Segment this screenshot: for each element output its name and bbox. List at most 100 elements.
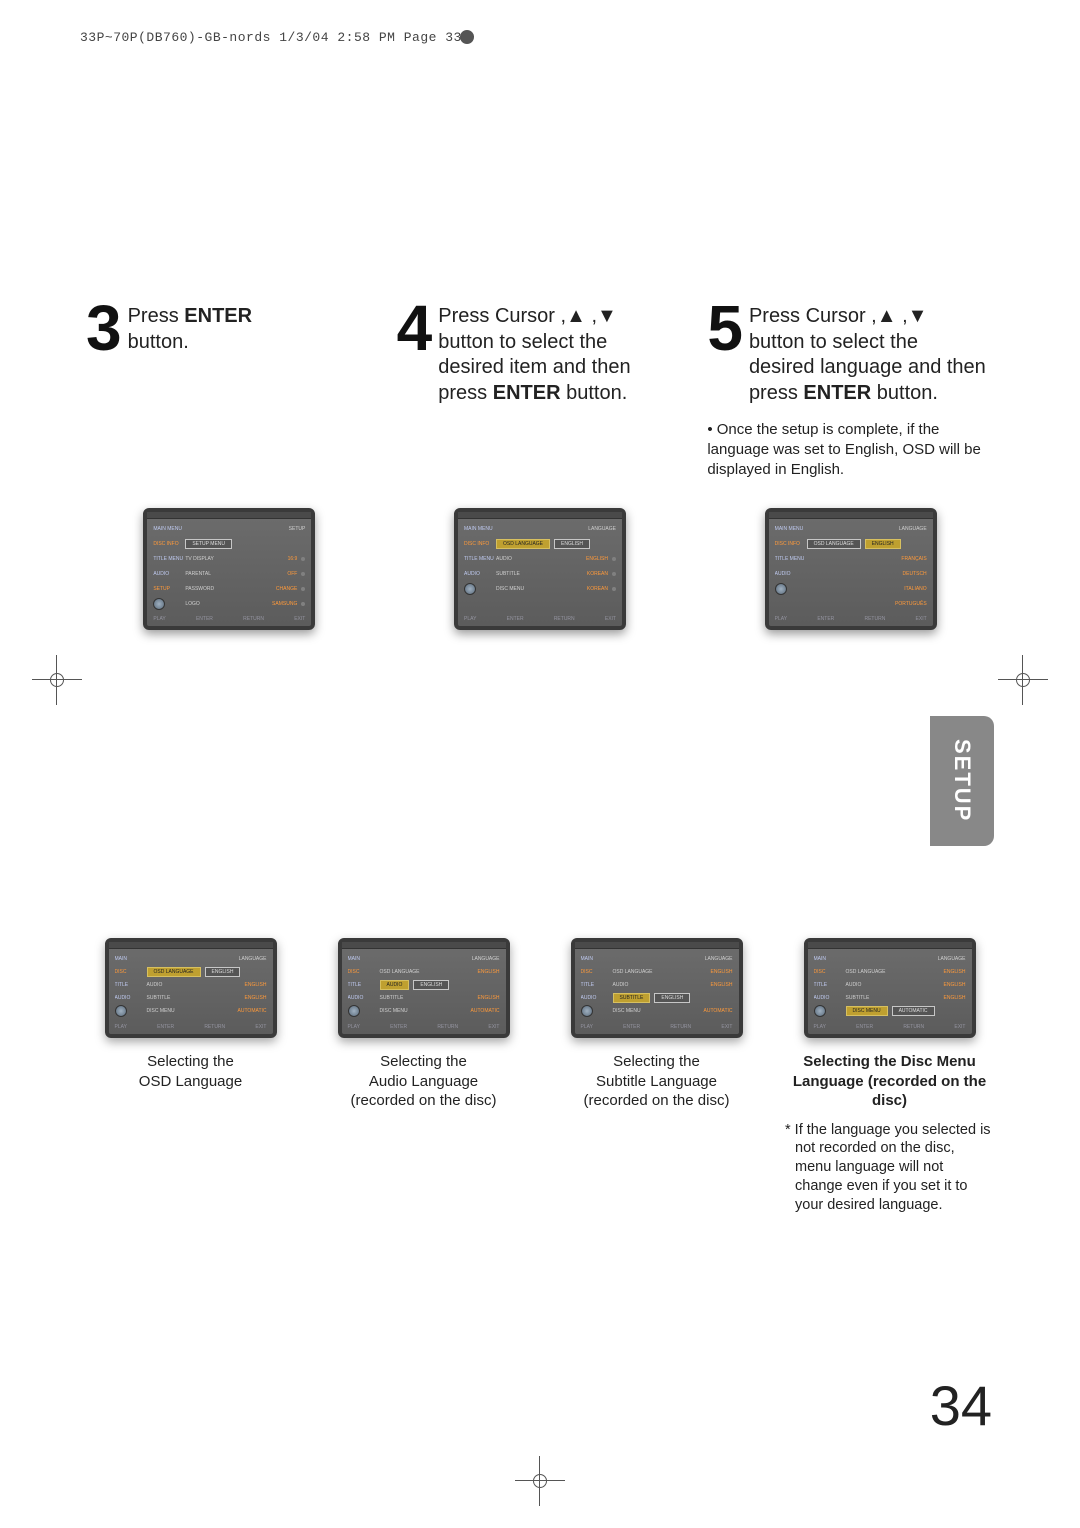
highlighted-item: OSD LANGUAGE — [147, 967, 201, 977]
sidebar-item: MAIN — [115, 956, 147, 962]
bottom-hints: PLAYENTERRETURNEXIT — [581, 1024, 733, 1030]
item-value: ENGLISH — [478, 969, 500, 975]
caption: Selecting the Disc Menu Language (record… — [785, 1052, 994, 1111]
text: button to select the — [749, 331, 918, 353]
lang-option: FRANÇAIS — [901, 556, 926, 562]
item-label: DISC MENU — [613, 1008, 641, 1014]
step-text: Press ENTER button. — [128, 300, 252, 406]
title-label: LANGUAGE — [239, 956, 267, 962]
item-value: 16:9 — [288, 556, 298, 562]
sidebar-item: TITLE — [814, 982, 846, 988]
item-box: OSD LANGUAGE — [807, 539, 861, 549]
text: press — [749, 382, 803, 404]
triangle-up-icon: ▲ — [566, 304, 586, 330]
bottom-hints: PLAY ENTER RETURN EXIT — [464, 616, 616, 622]
sidebar-item: AUDIO — [348, 995, 380, 1001]
screenshots-row-bottom: MAINLANGUAGE DISCOSD LANGUAGEENGLISH TIT… — [86, 938, 994, 1215]
print-header: 33P~70P(DB760)-GB-nords 1/3/04 2:58 PM P… — [80, 30, 462, 45]
item-value: ENGLISH — [586, 556, 608, 562]
registration-mark-top — [460, 30, 474, 44]
sidebar-item: AUDIO — [115, 995, 147, 1001]
footnote: * If the language you selected is not re… — [785, 1121, 994, 1215]
sidebar-item: TITLE — [581, 982, 613, 988]
screenshots-row-top: MAIN MENUSETUP DISC INFOSETUP MENU TITLE… — [86, 508, 994, 630]
item-label: TV DISPLAY — [185, 556, 214, 562]
sidebar-item: AUDIO — [814, 995, 846, 1001]
screenshot-step-3: MAIN MENUSETUP DISC INFOSETUP MENU TITLE… — [143, 508, 315, 630]
text: press — [438, 382, 492, 404]
sidebar-item: MAIN MENU — [775, 526, 807, 532]
enter-word: ENTER — [493, 382, 561, 404]
content-area: 3 Press ENTER button. 4 Press Cursor ,▲ … — [86, 300, 994, 630]
grid-col-disc-menu: MAINLANGUAGE DISCOSD LANGUAGEENGLISH TIT… — [785, 938, 994, 1215]
setup-tab-label: SETUP — [949, 739, 975, 822]
item-value-box: ENGLISH — [654, 993, 690, 1003]
highlighted-item: OSD LANGUAGE — [496, 539, 550, 549]
registration-mark-left — [32, 655, 82, 705]
triangle-down-icon: ▼ — [908, 304, 928, 330]
item-label: OSD LANGUAGE — [613, 969, 653, 975]
item-label: OSD LANGUAGE — [846, 969, 886, 975]
text: button. — [561, 382, 628, 404]
sidebar-item: DISC — [115, 969, 147, 975]
enter-word: ENTER — [184, 305, 252, 327]
enter-word: ENTER — [803, 382, 871, 404]
sidebar-item: AUDIO — [464, 571, 496, 577]
sidebar-item: TITLE MENU — [153, 556, 185, 562]
steps-row: 3 Press ENTER button. 4 Press Cursor ,▲ … — [86, 300, 994, 406]
item-value: ENGLISH — [944, 969, 966, 975]
item-value-box: ENGLISH — [205, 967, 241, 977]
item-value: ENGLISH — [944, 995, 966, 1001]
sidebar-item: DISC INFO — [775, 541, 807, 547]
text: desired language and then — [749, 356, 986, 378]
screenshot-disc-menu-language: MAINLANGUAGE DISCOSD LANGUAGEENGLISH TIT… — [804, 938, 976, 1038]
step-number: 4 — [397, 300, 433, 406]
item-value: ENGLISH — [245, 995, 267, 1001]
screenshot-audio-language: MAINLANGUAGE DISCOSD LANGUAGEENGLISH TIT… — [338, 938, 510, 1038]
registration-mark-bottom — [515, 1456, 565, 1506]
item-value-box: ENGLISH — [413, 980, 449, 990]
step-4: 4 Press Cursor ,▲ ,▼ button to select th… — [397, 300, 684, 406]
bottom-hints: PLAY ENTER RETURN EXIT — [775, 616, 927, 622]
text: button. — [871, 382, 938, 404]
sidebar-item: AUDIO — [153, 571, 185, 577]
item-label: SUBTITLE — [380, 995, 404, 1001]
title-label: SETUP — [289, 526, 306, 532]
item-value: AUTOMATIC — [238, 1008, 267, 1014]
item-label: DISC MENU — [380, 1008, 408, 1014]
sidebar-item: DISC — [814, 969, 846, 975]
bottom-hints: PLAYENTERRETURNEXIT — [348, 1024, 500, 1030]
item-value-box: ENGLISH — [554, 539, 590, 549]
sidebar-item: DISC INFO — [464, 541, 496, 547]
item-value: KOREAN — [587, 571, 608, 577]
sidebar-item: MAIN — [581, 956, 613, 962]
sidebar-item: MAIN MENU — [464, 526, 496, 532]
item-label: AUDIO — [496, 556, 512, 562]
grid-col-osd: MAINLANGUAGE DISCOSD LANGUAGEENGLISH TIT… — [86, 938, 295, 1215]
screenshot-subtitle-language: MAINLANGUAGE DISCOSD LANGUAGEENGLISH TIT… — [571, 938, 743, 1038]
item-value-box: AUTOMATIC — [892, 1006, 935, 1016]
caption: Selecting the Subtitle Language (recorde… — [584, 1052, 730, 1111]
screenshot-osd-language: MAINLANGUAGE DISCOSD LANGUAGEENGLISH TIT… — [105, 938, 277, 1038]
item-label: SUBTITLE — [147, 995, 171, 1001]
item-value: KOREAN — [587, 586, 608, 592]
sidebar-item: DISC — [348, 969, 380, 975]
sidebar-item: MAIN MENU — [153, 526, 185, 532]
step-3: 3 Press ENTER button. — [86, 300, 373, 406]
lang-option: DEUTSCH — [903, 571, 927, 577]
screenshot-step-4: MAIN MENULANGUAGE DISC INFOOSD LANGUAGEE… — [454, 508, 626, 630]
lang-option: ITALIANO — [904, 586, 926, 592]
sidebar-item: MAIN — [348, 956, 380, 962]
nav-icon — [153, 598, 165, 610]
bottom-hints: PLAYENTERRETURNEXIT — [814, 1024, 966, 1030]
sidebar-item: TITLE MENU — [775, 556, 807, 562]
highlighted-item: DISC MENU — [846, 1006, 888, 1016]
triangle-up-icon: ▲ — [877, 304, 897, 330]
nav-icon — [464, 583, 476, 595]
text: button to select the — [438, 331, 607, 353]
screenshot-step-5: MAIN MENULANGUAGE DISC INFOOSD LANGUAGEE… — [765, 508, 937, 630]
step-number: 5 — [707, 300, 743, 406]
bottom-hints: PLAY ENTER RETURN EXIT — [153, 616, 305, 622]
nav-icon — [814, 1005, 826, 1017]
step-text: Press Cursor ,▲ ,▼ button to select the … — [749, 300, 986, 406]
